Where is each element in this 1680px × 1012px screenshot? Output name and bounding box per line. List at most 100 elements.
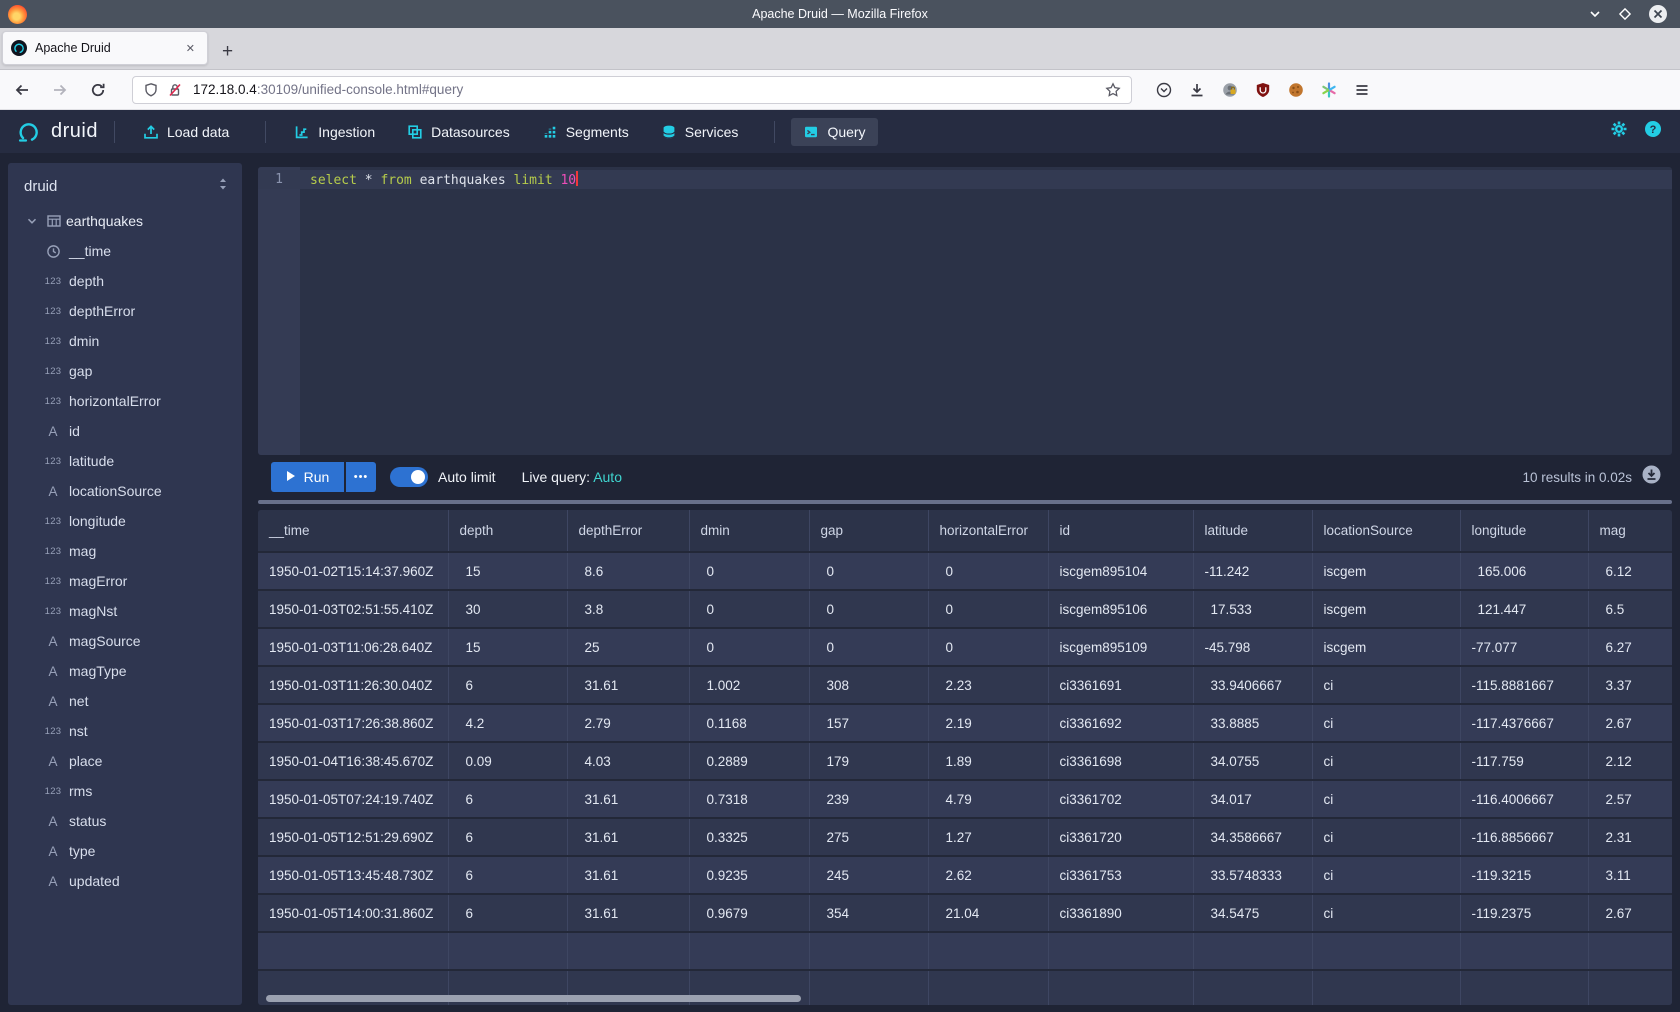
sidebar-column-mag[interactable]: 123mag <box>8 536 242 566</box>
cell[interactable]: 6 <box>448 856 567 894</box>
cell[interactable]: 0 <box>928 590 1048 628</box>
cell[interactable]: 25 <box>567 628 689 666</box>
cell[interactable]: -116.4006667 <box>1460 780 1588 818</box>
sidebar-column-magError[interactable]: 123magError <box>8 566 242 596</box>
cell[interactable]: ci <box>1312 704 1460 742</box>
sidebar-column-__time[interactable]: __time <box>8 236 242 266</box>
cell[interactable]: 0 <box>809 628 928 666</box>
column-header-gap[interactable]: gap <box>809 510 928 552</box>
cell[interactable]: 1.89 <box>928 742 1048 780</box>
cell[interactable]: ci3361720 <box>1048 818 1193 856</box>
live-query-label[interactable]: Live query: Auto <box>522 469 622 485</box>
back-icon[interactable] <box>14 82 30 98</box>
cell[interactable]: 6 <box>448 818 567 856</box>
cell[interactable]: 0.2889 <box>689 742 809 780</box>
cell[interactable]: 0 <box>928 628 1048 666</box>
cell[interactable]: 4.2 <box>448 704 567 742</box>
sidebar-column-magSource[interactable]: AmagSource <box>8 626 242 656</box>
cell[interactable]: 0 <box>928 552 1048 590</box>
nav-item-ingestion[interactable]: Ingestion <box>282 118 387 146</box>
cell[interactable]: 2.31 <box>1588 818 1672 856</box>
cell[interactable]: 15 <box>448 552 567 590</box>
cell[interactable]: 21.04 <box>928 894 1048 932</box>
cell[interactable]: 34.3586667 <box>1193 818 1312 856</box>
column-header-id[interactable]: id <box>1048 510 1193 552</box>
help-icon[interactable]: ? <box>1644 120 1662 143</box>
cell[interactable]: 0.3325 <box>689 818 809 856</box>
cell[interactable]: ci3361702 <box>1048 780 1193 818</box>
sidebar-column-rms[interactable]: 123rms <box>8 776 242 806</box>
column-header-depth[interactable]: depth <box>448 510 567 552</box>
cell[interactable]: 2.23 <box>928 666 1048 704</box>
cell[interactable]: iscgem <box>1312 552 1460 590</box>
pocket-icon[interactable] <box>1156 82 1172 98</box>
cell[interactable]: iscgem <box>1312 590 1460 628</box>
cell[interactable]: 31.61 <box>567 818 689 856</box>
cell[interactable]: 0.9235 <box>689 856 809 894</box>
reload-icon[interactable] <box>90 82 106 98</box>
cell[interactable]: 1950-01-05T12:51:29.690Z <box>258 818 448 856</box>
cell[interactable]: 4.79 <box>928 780 1048 818</box>
cell[interactable]: 31.61 <box>567 856 689 894</box>
window-maximize-icon[interactable] <box>1618 7 1632 21</box>
new-tab-button[interactable]: + <box>222 42 233 61</box>
cell[interactable]: 0 <box>689 590 809 628</box>
cell[interactable]: 165.006 <box>1460 552 1588 590</box>
sidebar-column-longitude[interactable]: 123longitude <box>8 506 242 536</box>
column-header-longitude[interactable]: longitude <box>1460 510 1588 552</box>
download-icon[interactable] <box>1189 82 1205 98</box>
cell[interactable]: 2.79 <box>567 704 689 742</box>
cell[interactable]: 239 <box>809 780 928 818</box>
nav-item-services[interactable]: Services <box>649 118 751 146</box>
sidebar-column-updated[interactable]: Aupdated <box>8 866 242 896</box>
sidebar-column-nst[interactable]: 123nst <box>8 716 242 746</box>
cell[interactable]: 1950-01-02T15:14:37.960Z <box>258 552 448 590</box>
cell[interactable]: 2.67 <box>1588 704 1672 742</box>
cell[interactable]: 3.11 <box>1588 856 1672 894</box>
cell[interactable]: 121.447 <box>1460 590 1588 628</box>
sidebar-column-depthError[interactable]: 123depthError <box>8 296 242 326</box>
cell[interactable]: 179 <box>809 742 928 780</box>
sql-editor[interactable]: 1 select * from earthquakes limit 10 <box>258 167 1672 455</box>
cell[interactable]: ci3361698 <box>1048 742 1193 780</box>
cell[interactable]: 31.61 <box>567 780 689 818</box>
cell[interactable]: ci <box>1312 818 1460 856</box>
column-header-mag[interactable]: mag <box>1588 510 1672 552</box>
cell[interactable]: 275 <box>809 818 928 856</box>
account-extension-icon[interactable] <box>1222 82 1238 98</box>
cell[interactable]: ci <box>1312 894 1460 932</box>
cell[interactable]: -45.798 <box>1193 628 1312 666</box>
column-header-horizontalError[interactable]: horizontalError <box>928 510 1048 552</box>
cell[interactable]: 31.61 <box>567 894 689 932</box>
cell[interactable]: -11.242 <box>1193 552 1312 590</box>
url-text[interactable]: 172.18.0.4:30109/unified-console.html#qu… <box>193 82 1105 97</box>
cell[interactable]: 308 <box>809 666 928 704</box>
cell[interactable]: iscgem <box>1312 628 1460 666</box>
chevron-down-icon[interactable] <box>22 214 42 228</box>
tab-close-icon[interactable]: ✕ <box>182 40 199 57</box>
sidebar-table-earthquakes[interactable]: earthquakes <box>8 206 242 236</box>
gear-icon[interactable] <box>1610 120 1628 143</box>
cookie-icon[interactable] <box>1288 82 1304 98</box>
pane-splitter[interactable] <box>258 500 1672 504</box>
cell[interactable]: 34.0755 <box>1193 742 1312 780</box>
cell[interactable]: 1950-01-03T17:26:38.860Z <box>258 704 448 742</box>
sidebar-column-magNst[interactable]: 123magNst <box>8 596 242 626</box>
window-minimize-icon[interactable] <box>1588 7 1602 21</box>
cell[interactable]: -117.759 <box>1460 742 1588 780</box>
cell[interactable]: 30 <box>448 590 567 628</box>
cell[interactable]: 1950-01-03T11:26:30.040Z <box>258 666 448 704</box>
nav-item-datasources[interactable]: Datasources <box>395 118 522 146</box>
download-results-icon[interactable] <box>1641 464 1662 490</box>
cell[interactable]: 1.002 <box>689 666 809 704</box>
run-button[interactable]: Run <box>271 462 344 492</box>
editor-active-line[interactable]: 1 select * from earthquakes limit 10 <box>258 170 1672 189</box>
cell[interactable]: 33.5748333 <box>1193 856 1312 894</box>
cell[interactable]: -119.2375 <box>1460 894 1588 932</box>
cell[interactable]: iscgem895104 <box>1048 552 1193 590</box>
cell[interactable]: 2.57 <box>1588 780 1672 818</box>
nav-item-load-data[interactable]: Load data <box>131 118 241 146</box>
forward-icon[interactable] <box>52 82 68 98</box>
cell[interactable]: 1950-01-03T02:51:55.410Z <box>258 590 448 628</box>
cell[interactable]: 1950-01-05T13:45:48.730Z <box>258 856 448 894</box>
